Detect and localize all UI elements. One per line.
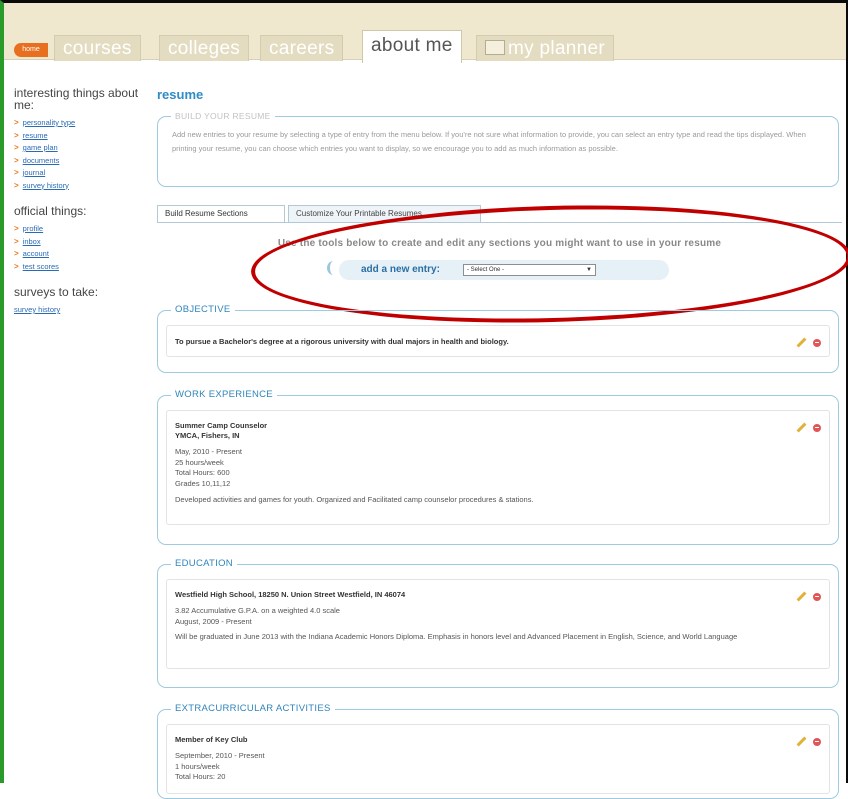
extracurricular-entry-body: Member of Key Club September, 2010 - Pre… [175, 735, 265, 783]
arrow-right-icon: > [14, 168, 19, 177]
main-content: resume BUILD YOUR RESUME Add new entries… [157, 87, 848, 799]
arrow-right-icon: > [14, 130, 19, 140]
sidebar-item-inbox[interactable]: > inbox [14, 236, 142, 249]
education-dates: August, 2009 - Present [175, 616, 252, 626]
objective-legend: OBJECTIVE [171, 304, 235, 316]
work-description: Developed activities and games for youth… [175, 495, 534, 504]
work-actions [796, 419, 821, 437]
build-resume-box: BUILD YOUR RESUME Add new entries to you… [157, 110, 839, 187]
sidebar-group-surveys: surveys to take: survey history [14, 286, 142, 317]
work-grades: Grades 10,11,12 [175, 478, 231, 488]
work-hours: 25 hours/week [175, 457, 224, 467]
tab-careers[interactable]: careers [260, 35, 344, 61]
extracurricular-dates: September, 2010 - Present [175, 751, 265, 760]
extracurricular-section: EXTRACURRICULAR ACTIVITIES Member of Key… [157, 703, 839, 799]
extracurricular-legend: EXTRACURRICULAR ACTIVITIES [171, 703, 335, 715]
tab-my-planner[interactable]: my planner [476, 35, 614, 61]
education-section: EDUCATION Westfield High School, 18250 N… [157, 558, 839, 688]
sidebar-group-official: official things: > profile > inbox > accoun… [14, 205, 142, 273]
delete-icon[interactable] [813, 592, 821, 601]
page-title: resume [157, 87, 204, 102]
sidebar-item-survey-history[interactable]: > survey history [14, 180, 142, 193]
extracurricular-total-hours: Total Hours: 20 [175, 772, 226, 781]
sidebar-item-test-scores[interactable]: > test scores [14, 261, 142, 274]
build-resume-legend: BUILD YOUR RESUME [171, 110, 275, 122]
sidebar-item-game-plan[interactable]: > game plan [14, 142, 142, 155]
arrow-right-icon: > [14, 180, 19, 190]
arrow-right-icon: > [14, 236, 19, 246]
sidebar-item-account[interactable]: > account [14, 248, 142, 261]
objective-section: OBJECTIVE To pursue a Bachelor's degree … [157, 304, 839, 373]
sidebar-heading-official: official things: [14, 204, 87, 218]
sidebar-item-journal[interactable]: > journal [14, 167, 142, 180]
education-gpa: 3.82 Accumulative G.P.A. on a weighted 4… [175, 606, 340, 615]
tab-colleges[interactable]: colleges [159, 35, 250, 61]
tab-about-me[interactable]: about me [362, 30, 462, 63]
education-legend: EDUCATION [171, 558, 237, 570]
education-school: Westfield High School, 18250 N. Union St… [175, 590, 406, 599]
work-dates: May, 2010 - Present [175, 447, 242, 456]
extracurricular-title: Member of Key Club [175, 735, 248, 744]
top-navigation-bar: home courses colleges careers about me m… [4, 3, 846, 63]
delete-icon[interactable] [813, 737, 821, 746]
objective-actions [796, 334, 821, 352]
objective-entry: To pursue a Bachelor's degree at a rigor… [166, 325, 830, 357]
education-actions [796, 588, 821, 606]
arrow-right-icon: > [14, 249, 19, 258]
edit-pencil-icon[interactable] [796, 736, 807, 747]
sidebar-item-personality-type[interactable]: > personality type [14, 117, 142, 130]
sidebar-item-documents[interactable]: > documents [14, 155, 142, 168]
work-entry: Summer Camp Counselor YMCA, Fishers, IN … [166, 410, 830, 525]
sidebar-heading-interesting: interesting things about me: [14, 86, 139, 112]
work-experience-legend: WORK EXPERIENCE [171, 389, 277, 401]
sidebar-group-interesting: interesting things about me: > personalit… [14, 87, 142, 192]
edit-pencil-icon[interactable] [796, 591, 807, 602]
objective-text: To pursue a Bachelor's degree at a rigor… [175, 337, 509, 346]
arrow-right-icon: > [14, 155, 19, 165]
work-title: Summer Camp Counselor [175, 421, 268, 430]
work-experience-section: WORK EXPERIENCE Summer Camp Counselor YM… [157, 389, 839, 545]
sidebar-item-resume[interactable]: > resume [14, 130, 142, 143]
edit-pencil-icon[interactable] [796, 337, 807, 348]
education-entry-body: Westfield High School, 18250 N. Union St… [175, 590, 789, 643]
sidebar-item-surveys-history[interactable]: survey history [14, 304, 142, 317]
arrow-right-icon: > [14, 118, 19, 127]
work-entry-body: Summer Camp Counselor YMCA, Fishers, IN … [175, 421, 534, 506]
sidebar: interesting things about me: > personalit… [14, 87, 142, 330]
education-description: Will be graduated in June 2013 with the … [175, 632, 738, 641]
tab-my-planner-label: my planner [508, 38, 605, 59]
extracurricular-hours: 1 hours/week [175, 761, 220, 771]
sidebar-item-profile[interactable]: > profile [14, 223, 142, 236]
work-total-hours: Total Hours: 600 [175, 468, 230, 477]
sidebar-heading-surveys: surveys to take: [14, 285, 99, 299]
delete-icon[interactable] [813, 338, 821, 347]
extracurricular-entry: Member of Key Club September, 2010 - Pre… [166, 724, 830, 794]
extracurricular-actions [796, 733, 821, 751]
work-organization: YMCA, Fishers, IN [175, 431, 240, 440]
education-entry: Westfield High School, 18250 N. Union St… [166, 579, 830, 669]
arrow-right-icon: > [14, 143, 19, 152]
planner-icon [485, 40, 505, 55]
arrow-right-icon: > [14, 261, 19, 271]
build-resume-instructions: Add new entries to your resume by select… [172, 130, 806, 153]
arrow-right-icon: > [14, 224, 19, 233]
home-button[interactable]: home [14, 43, 48, 57]
delete-icon[interactable] [813, 423, 821, 432]
edit-pencil-icon[interactable] [796, 422, 807, 433]
tab-build-resume-sections[interactable]: Build Resume Sections [157, 205, 285, 222]
tab-courses[interactable]: courses [54, 35, 141, 61]
